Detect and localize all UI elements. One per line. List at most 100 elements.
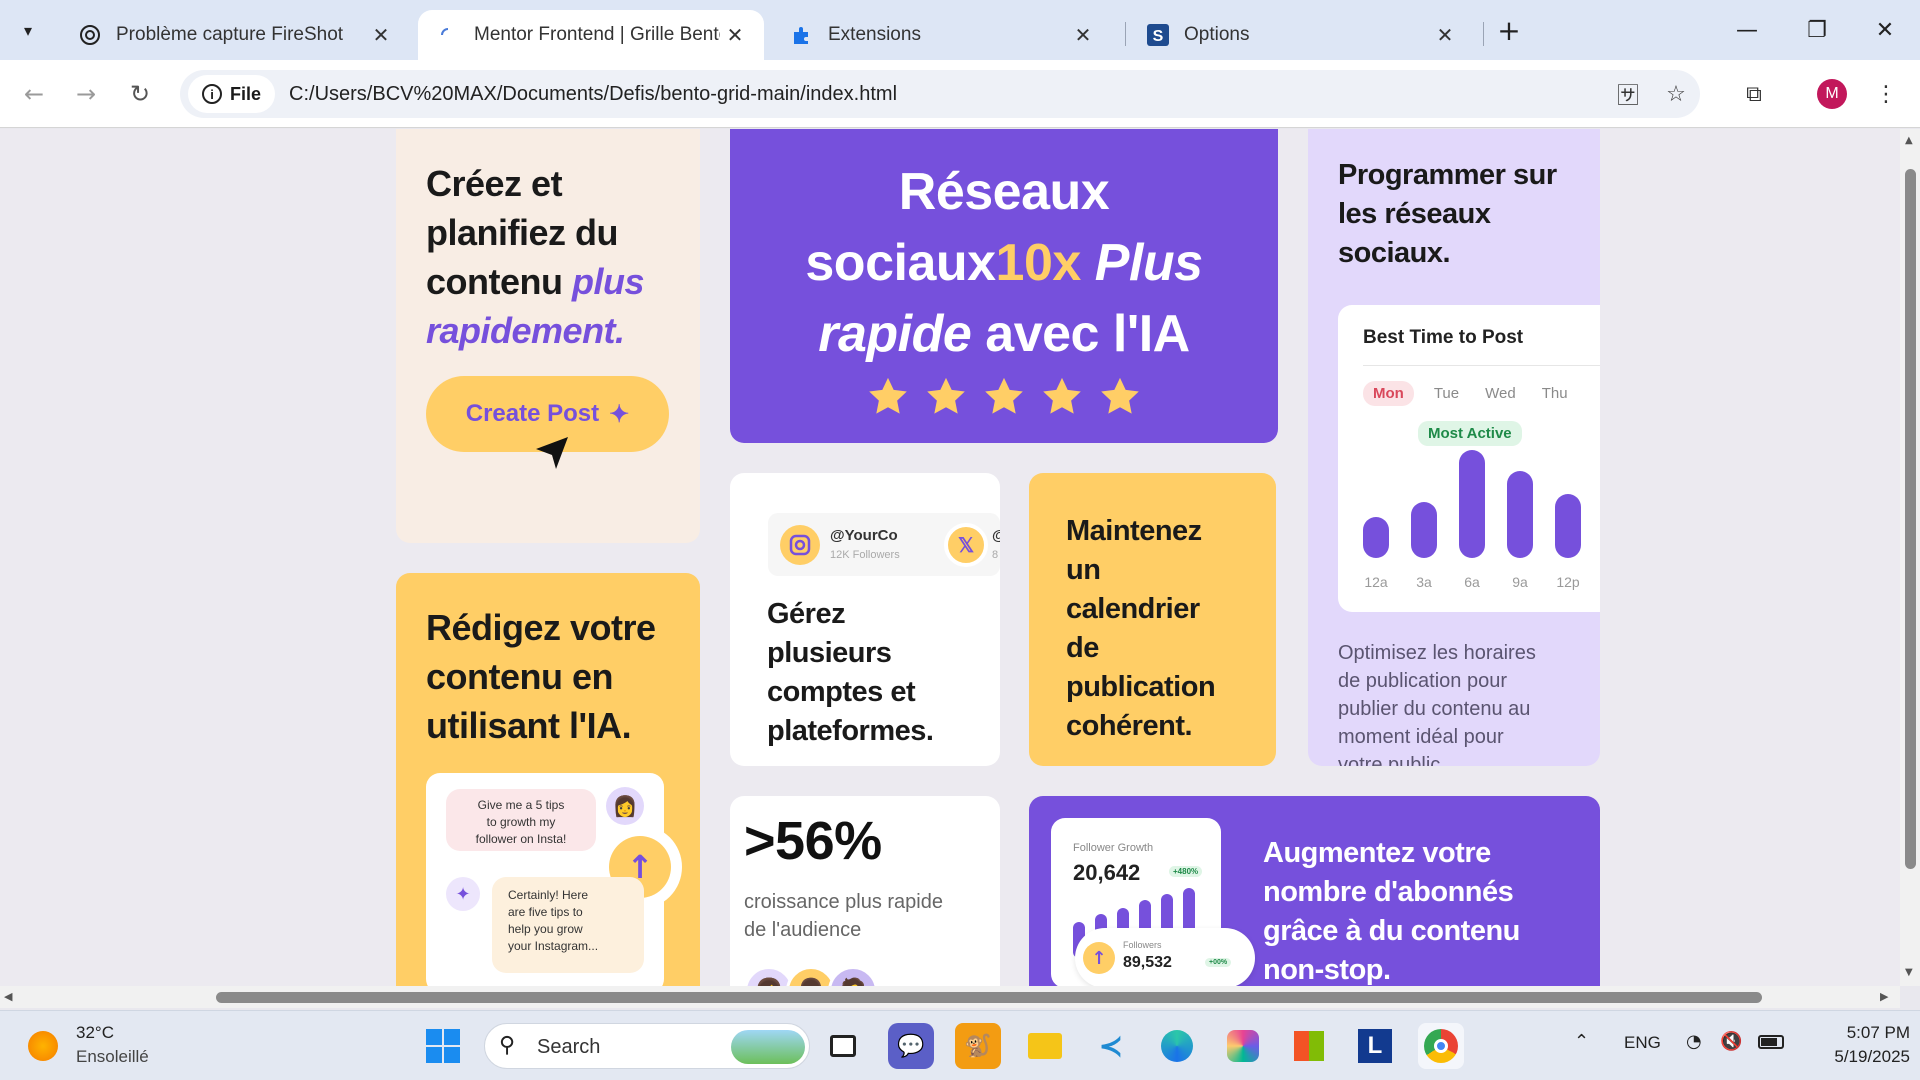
tab-bento[interactable]: Mentor Frontend | Grille Bento ✕ (418, 10, 764, 60)
close-icon[interactable]: ✕ (720, 23, 750, 48)
search-highlight-image (731, 1030, 805, 1064)
clock-date[interactable]: 5/19/2025 (1810, 1047, 1910, 1067)
hero-line: Réseaux (898, 163, 1110, 221)
description-line: moment idéal pour (1338, 726, 1504, 748)
file-explorer-button[interactable] (1022, 1023, 1068, 1069)
reload-button[interactable]: ↻ (120, 74, 160, 114)
rating-stars (730, 376, 1278, 418)
tab-extensions[interactable]: Extensions ✕ (772, 10, 1112, 60)
chip-label: File (230, 83, 262, 104)
battery-icon[interactable] (1758, 1035, 1784, 1049)
account-strip: @YourCo 12K Followers 𝕏 @ 8 (768, 513, 1000, 576)
card-followers: Follower Growth 20,642 +480% ↑ Followers… (1029, 796, 1600, 986)
card-heading-line: publication (1066, 671, 1216, 703)
taskbar-search[interactable]: ⚲ Search (484, 1023, 810, 1069)
tab-title: Extensions (828, 24, 921, 45)
minimize-icon: — (1736, 17, 1758, 43)
task-view-button[interactable] (820, 1023, 866, 1069)
chat-line: to growth my (486, 815, 556, 829)
l-app-button[interactable]: L (1352, 1023, 1398, 1069)
chrome-icon (1424, 1029, 1458, 1063)
scroll-thumb[interactable] (216, 992, 1762, 1003)
tab-search-button[interactable]: ▾ (6, 8, 50, 52)
weather-condition[interactable]: Ensoleillé (76, 1047, 149, 1067)
scroll-down-icon[interactable]: ▼ (1905, 967, 1913, 978)
close-icon: ✕ (1875, 17, 1895, 43)
scroll-right-icon[interactable]: ▶ (1880, 990, 1888, 1003)
store-button[interactable] (1286, 1023, 1332, 1069)
card-heading-line: comptes et (767, 676, 916, 708)
profile-button[interactable]: M (1812, 74, 1852, 114)
card-heading-line: Gérez (767, 598, 846, 630)
accent-text: rapidement. (426, 310, 625, 351)
tab-options[interactable]: S Options ✕ (1128, 10, 1474, 60)
extensions-button[interactable]: ⧉ (1734, 74, 1774, 114)
description-line: votre public. (1338, 754, 1446, 766)
chat-icon: 💬 (897, 1033, 925, 1059)
chatgpt-icon (78, 23, 102, 47)
chrome-button[interactable] (1418, 1023, 1464, 1069)
scroll-left-icon[interactable]: ◀ (4, 990, 12, 1003)
horizontal-scrollbar[interactable]: ◀ ▶ (0, 986, 1900, 1008)
time-bar (1555, 494, 1581, 558)
reload-icon: ↻ (129, 80, 151, 108)
task-view-icon (830, 1035, 856, 1057)
language-indicator[interactable]: ENG (1624, 1033, 1661, 1053)
volume-muted-icon[interactable]: 🔇 (1720, 1031, 1742, 1052)
tab-fireshot[interactable]: Problème capture FireShot ✕ (60, 10, 410, 60)
star-icon (985, 377, 1023, 414)
avatar: 🧔 (828, 966, 878, 986)
app-button[interactable]: 🐒 (955, 1023, 1001, 1069)
time-bar-label: 6a (1464, 574, 1480, 590)
audience-avatars: 👩 👨 🧔 (744, 966, 878, 986)
wifi-icon[interactable]: ◔ (1686, 1031, 1702, 1052)
address-bar[interactable]: i File C:/Users/BCV%20MAX/Documents/Defi… (180, 70, 1700, 118)
card-heading-line: Augmentez votre (1263, 837, 1491, 869)
menu-button[interactable]: ⋮ (1866, 74, 1906, 114)
bookmark-button[interactable]: ☆ (1656, 74, 1696, 114)
url-text[interactable]: C:/Users/BCV%20MAX/Documents/Defis/bento… (289, 83, 897, 106)
back-button[interactable]: ← (14, 74, 54, 114)
scroll-thumb[interactable] (1905, 169, 1916, 869)
chevron-up-icon[interactable]: ⌃ (1574, 1031, 1589, 1052)
card-accounts: @YourCo 12K Followers 𝕏 @ 8 Gérez plusie… (730, 473, 1000, 766)
time-bar (1507, 471, 1533, 558)
clock-time[interactable]: 5:07 PM (1810, 1023, 1910, 1043)
hero-line: avec l'IA (985, 305, 1190, 363)
card-growth-stat: >56% croissance plus rapide de l'audienc… (730, 796, 1000, 986)
translate-button[interactable]: 🈂 (1608, 74, 1648, 114)
accent-text: plus (572, 261, 645, 302)
copilot-button[interactable] (1220, 1023, 1266, 1069)
vertical-scrollbar[interactable]: ▲ ▼ (1900, 129, 1920, 986)
chat-widget: Give me a 5 tips to growth my follower o… (426, 773, 682, 986)
teams-button[interactable]: 💬 (888, 1023, 934, 1069)
close-icon[interactable]: ✕ (1430, 23, 1460, 48)
restore-button[interactable]: ❐ (1792, 8, 1842, 52)
caption-line: de l'audience (744, 919, 862, 941)
close-icon[interactable]: ✕ (1068, 23, 1098, 48)
arrow-right-icon: → (75, 80, 97, 108)
new-tab-button[interactable]: + (1484, 8, 1534, 52)
site-info-chip[interactable]: i File (188, 75, 276, 113)
search-icon: ⚲ (499, 1033, 516, 1058)
windows-taskbar: 32°C Ensoleillé ⚲ Search 💬 🐒 ≺ L ⌃ ENG ◔… (0, 1010, 1920, 1080)
minimize-button[interactable]: — (1722, 8, 1772, 52)
kebab-menu-icon: ⋮ (1875, 81, 1897, 107)
account-followers-partial: 8 (992, 549, 999, 561)
forward-button[interactable]: → (66, 74, 106, 114)
svg-text:S: S (1153, 28, 1164, 45)
scroll-up-icon[interactable]: ▲ (1905, 135, 1913, 146)
time-bar-label: 12a (1364, 574, 1388, 590)
weather-temp[interactable]: 32°C (76, 1023, 114, 1043)
arrow-left-icon: ← (23, 80, 45, 108)
star-icon: ☆ (1666, 81, 1686, 107)
close-icon[interactable]: ✕ (366, 23, 396, 48)
chat-line: your Instagram... (508, 939, 599, 953)
time-bar (1411, 502, 1437, 558)
close-window-button[interactable]: ✕ (1860, 8, 1910, 52)
weather-sun-icon[interactable] (28, 1031, 58, 1061)
start-button[interactable] (420, 1023, 466, 1069)
edge-button[interactable] (1154, 1023, 1200, 1069)
card-schedule: Programmer sur les réseaux sociaux. Best… (1308, 129, 1600, 766)
vscode-button[interactable]: ≺ (1088, 1023, 1134, 1069)
